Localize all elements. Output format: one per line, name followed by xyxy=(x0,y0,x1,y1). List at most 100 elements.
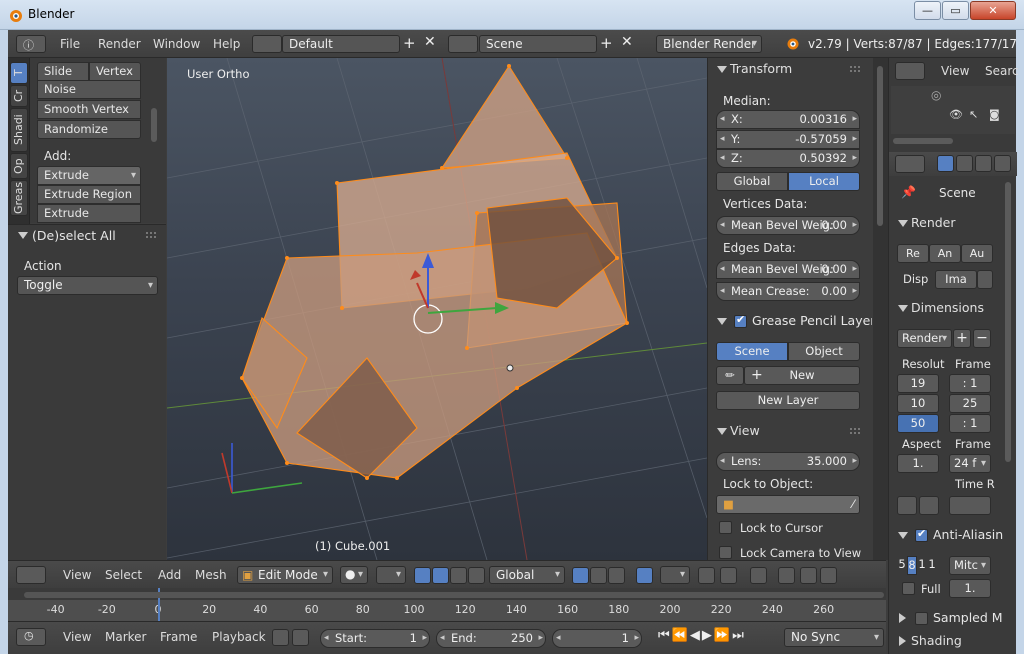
aspect-x-field[interactable]: 1. xyxy=(897,454,939,473)
collapse-icon[interactable] xyxy=(18,232,28,239)
toolshelf-scrollbar[interactable] xyxy=(151,108,157,142)
sampled-motion-blur-checkbox[interactable] xyxy=(915,612,928,625)
mirror-icon[interactable] xyxy=(698,567,715,584)
aspect-checkbox-1[interactable] xyxy=(897,496,917,515)
snap-target-icon[interactable] xyxy=(750,567,767,584)
remove-preset-icon[interactable]: − xyxy=(973,329,991,348)
proportional-edit-dropdown[interactable] xyxy=(660,566,690,584)
remove-scene-icon[interactable]: ✕ xyxy=(621,34,633,50)
outliner-tree[interactable]: ◎ 👁 ↖ ◙ xyxy=(891,86,1015,134)
anti-aliasing-checkbox[interactable]: ✔ xyxy=(915,527,928,542)
snap-element-icon[interactable] xyxy=(720,567,737,584)
extrude-region-button[interactable]: Extrude Region xyxy=(37,185,141,204)
grease-pencil-checkbox[interactable]: ✔ xyxy=(734,313,747,328)
limit-selection-icon[interactable] xyxy=(636,567,653,584)
add-scene-icon[interactable]: + xyxy=(600,34,613,52)
end-frame-field[interactable]: End: 250 xyxy=(436,629,546,648)
panel-grip[interactable] xyxy=(146,232,156,238)
screen-layout-field[interactable]: Default xyxy=(282,35,400,53)
render-tab-camera-icon[interactable] xyxy=(937,155,954,172)
extrude-individual-button[interactable]: Extrude Individual xyxy=(37,204,141,237)
edge-bevel-weight-field[interactable]: Mean Bevel Weig:0.00 xyxy=(716,260,860,279)
start-frame-field[interactable]: Start: 1 xyxy=(320,629,430,648)
render-still-button[interactable]: Re xyxy=(897,244,929,263)
aa-samples-5[interactable]: 5 xyxy=(897,556,907,575)
timeline[interactable]: -40-200204060801001201401601802002202402… xyxy=(8,588,886,621)
randomize-button[interactable]: Randomize xyxy=(37,120,141,139)
world-tab-icon[interactable] xyxy=(994,155,1011,172)
aa-filter-dropdown[interactable]: Mitc xyxy=(949,556,991,575)
global-toggle[interactable]: Global xyxy=(716,172,788,191)
gp-object-toggle[interactable]: Object xyxy=(788,342,860,361)
new-layer-button[interactable]: New Layer xyxy=(716,391,860,410)
lock-interface-icon[interactable] xyxy=(977,270,993,289)
lock-to-cursor-checkbox[interactable] xyxy=(719,521,732,534)
render-opengl-icon[interactable] xyxy=(778,567,795,584)
timeline-menu-marker[interactable]: Marker xyxy=(105,630,146,644)
eyedropper-icon[interactable]: ⁄ xyxy=(852,496,854,513)
lock-object-field[interactable]: ■ ⁄ xyxy=(716,495,860,514)
panel-grip[interactable] xyxy=(850,428,860,434)
selected-mesh[interactable] xyxy=(241,64,628,479)
menu-help[interactable]: Help xyxy=(213,37,240,51)
edge-select-mode-icon[interactable] xyxy=(590,567,607,584)
add-layout-icon[interactable]: + xyxy=(403,34,416,52)
frame-rate-dropdown[interactable]: 24 f xyxy=(949,454,991,473)
render-audio-button[interactable]: Au xyxy=(961,244,993,263)
frame-end-field[interactable]: 25 xyxy=(949,394,991,413)
action-dropdown[interactable]: Toggle xyxy=(17,276,158,295)
face-select-mode-icon[interactable] xyxy=(608,567,625,584)
lens-field[interactable]: Lens: 35.000 xyxy=(716,452,860,471)
3d-viewport[interactable]: User Ortho (1) Cube.001 xyxy=(167,58,707,560)
scene-tab-icon[interactable] xyxy=(975,155,992,172)
lock-camera-to-view-checkbox[interactable] xyxy=(719,546,732,559)
aa-samples-8[interactable]: 8 xyxy=(907,556,917,575)
timeline-menu-frame[interactable]: Frame xyxy=(160,630,197,644)
aspect-checkbox-2[interactable] xyxy=(919,496,939,515)
outliner-scrollbar[interactable] xyxy=(893,138,953,144)
menu-window[interactable]: Window xyxy=(153,37,200,51)
screen-layout-icon[interactable] xyxy=(252,35,282,53)
scale-manipulator-icon[interactable] xyxy=(468,567,485,584)
panel-grip[interactable] xyxy=(850,66,860,72)
viewport-canvas[interactable] xyxy=(167,58,707,560)
properties-scrollbar[interactable] xyxy=(1005,182,1011,462)
resolution-percent-field[interactable]: 50 xyxy=(897,414,939,433)
mode-dropdown[interactable]: ▣ Edit Mode xyxy=(237,566,333,584)
gp-pencil-icon[interactable]: ✏ xyxy=(716,366,744,385)
translate-manipulator-icon[interactable] xyxy=(432,567,449,584)
menu-file[interactable]: File xyxy=(60,37,80,51)
pivot-point[interactable] xyxy=(506,364,514,372)
menu-select[interactable]: Select xyxy=(105,568,142,582)
slide-vertex-button[interactable]: Vertex xyxy=(89,62,141,81)
render-preset-dropdown[interactable]: Render xyxy=(897,329,952,348)
full-sample-checkbox[interactable] xyxy=(902,582,915,595)
menu-view[interactable]: View xyxy=(63,568,91,582)
display-dropdown[interactable]: Ima xyxy=(935,270,977,289)
render-animation-icon[interactable] xyxy=(800,567,817,584)
tab-shading[interactable]: Shadi xyxy=(10,108,28,152)
tab-tools[interactable]: T xyxy=(10,62,28,84)
pivot-point-dropdown[interactable] xyxy=(376,566,406,584)
gp-scene-toggle[interactable]: Scene xyxy=(716,342,788,361)
filter-size-field[interactable]: 1. xyxy=(949,579,991,598)
vertex-bevel-weight-field[interactable]: Mean Bevel Weig:0.00 xyxy=(716,216,860,235)
render-engine-dropdown[interactable]: Blender Render xyxy=(656,35,762,53)
add-preset-icon[interactable]: + xyxy=(953,329,971,348)
gp-new-button[interactable]: + New xyxy=(744,366,860,385)
pin-icon[interactable]: 📌 xyxy=(901,185,916,199)
playback-controls[interactable]: ⏮⏪◀▶⏩⏭ xyxy=(658,628,746,643)
panel-render-header[interactable]: Render xyxy=(889,212,1001,234)
time-remap-field[interactable] xyxy=(949,496,991,515)
noise-button[interactable]: Noise xyxy=(37,80,141,99)
lock-frame-icon[interactable] xyxy=(292,629,309,646)
median-x-field[interactable]: X: 0.00316 xyxy=(716,110,860,129)
scene-icon[interactable] xyxy=(448,35,478,53)
render-layers-tab-icon[interactable] xyxy=(956,155,973,172)
visibility-eye-icon[interactable]: 👁 xyxy=(949,108,963,121)
transform-orientation-dropdown[interactable]: Global xyxy=(489,566,565,584)
tab-options[interactable]: Op xyxy=(10,153,28,179)
outliner-search[interactable]: Searc xyxy=(985,64,1019,78)
tab-grease-pencil[interactable]: Greas xyxy=(10,180,28,216)
viewport-shading-dropdown[interactable]: ● xyxy=(340,566,368,584)
